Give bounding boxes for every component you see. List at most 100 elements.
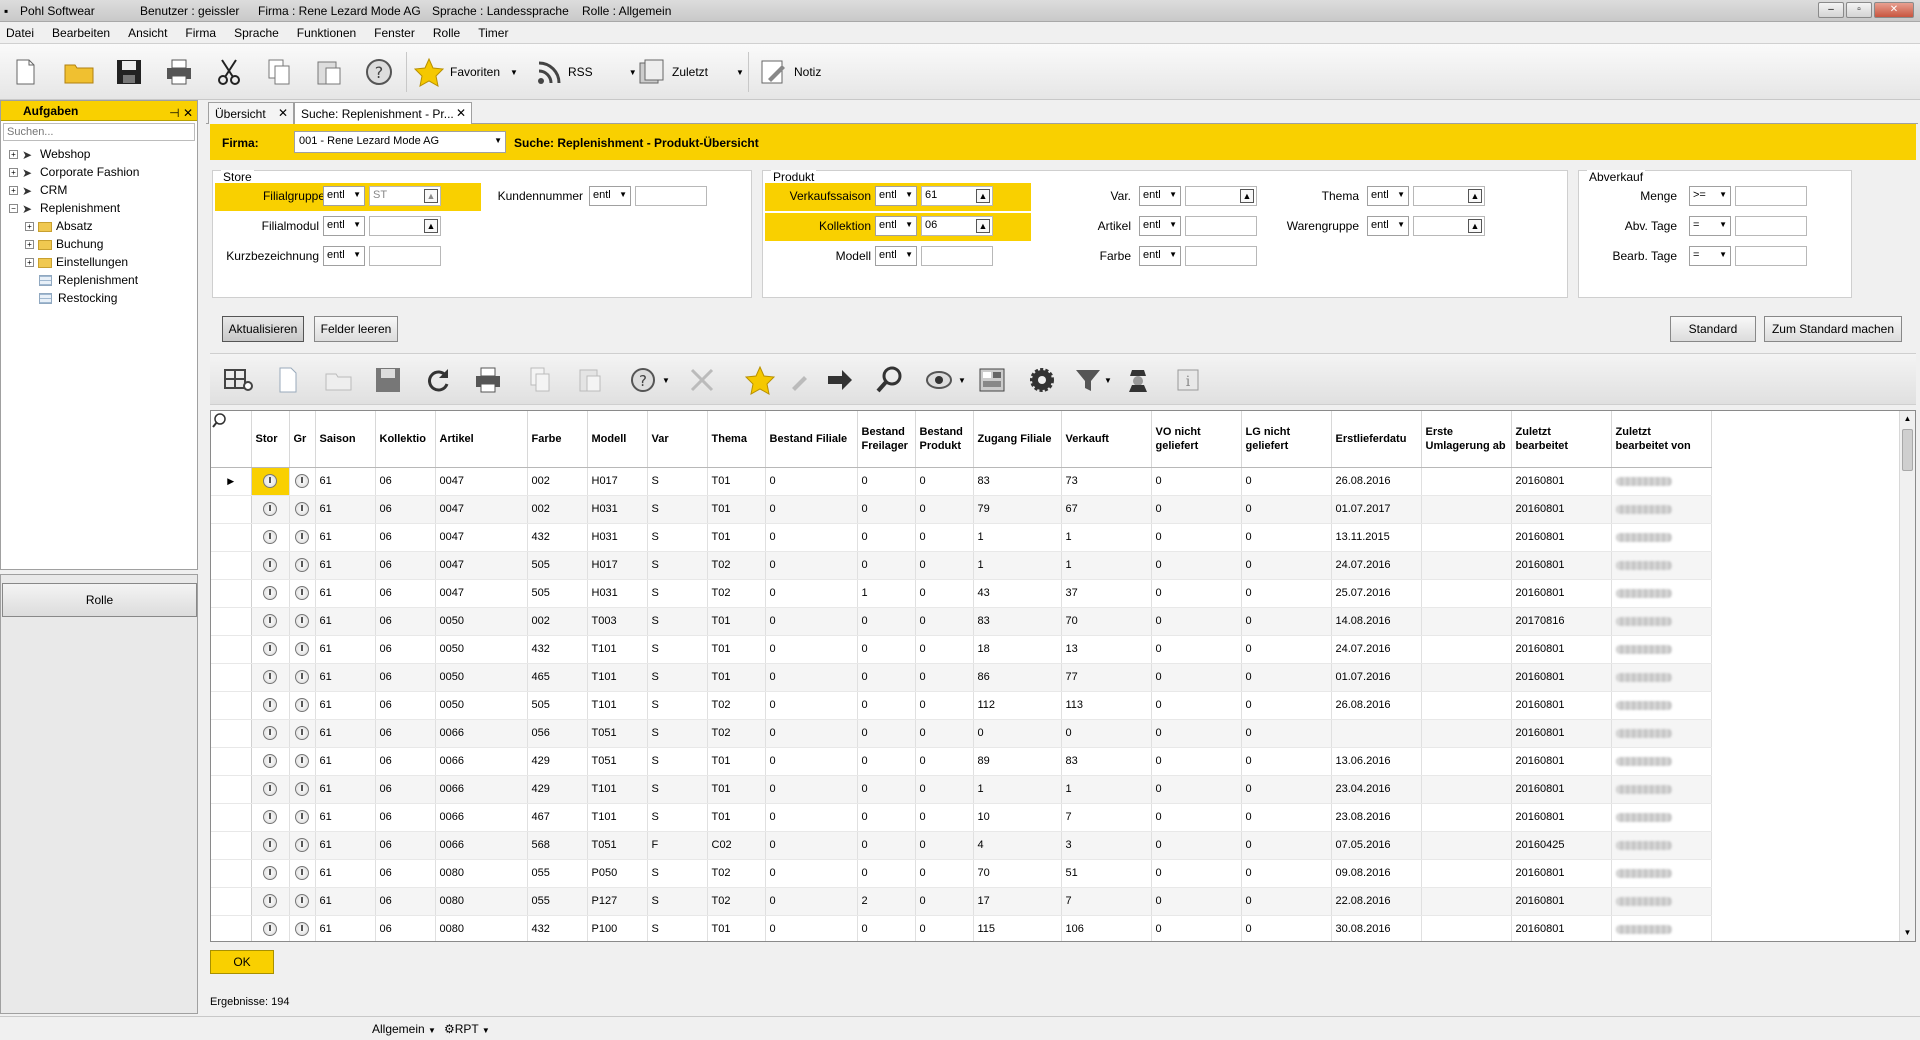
sidebar-item-corporate-fashion[interactable]: + ➤ Corporate Fashion bbox=[1, 163, 197, 181]
maximize-button[interactable]: ▫ bbox=[1846, 2, 1872, 18]
menu-datei[interactable]: Datei bbox=[6, 26, 34, 40]
gr-cell[interactable] bbox=[289, 663, 316, 692]
kollektion-input[interactable]: 06 ▲ bbox=[921, 216, 993, 236]
delete-icon[interactable] bbox=[686, 364, 718, 396]
column-header-var[interactable]: Var bbox=[647, 411, 708, 468]
sidebar-search-input[interactable] bbox=[3, 123, 195, 141]
layout-icon[interactable] bbox=[222, 364, 254, 396]
chevron-down-icon[interactable]: ▼ bbox=[1104, 376, 1112, 385]
row-selector[interactable] bbox=[211, 663, 252, 692]
notiz-button[interactable]: Notiz bbox=[758, 54, 821, 90]
agent-icon[interactable] bbox=[1122, 364, 1154, 396]
print-icon[interactable] bbox=[472, 364, 504, 396]
sidebar-item-absatz[interactable]: + Absatz bbox=[1, 217, 197, 235]
gr-cell[interactable] bbox=[289, 719, 316, 748]
column-header-erste-umlagerung[interactable]: Erste Umlagerung ab bbox=[1421, 411, 1512, 468]
chevron-down-icon[interactable]: ▼ bbox=[736, 68, 744, 77]
rss-button[interactable]: RSS ▼ bbox=[536, 54, 637, 90]
store-cell[interactable] bbox=[251, 691, 290, 720]
close-icon[interactable]: ✕ bbox=[456, 106, 466, 120]
sidebar-item-replenishment-view[interactable]: Replenishment bbox=[1, 271, 197, 289]
row-selector[interactable] bbox=[211, 915, 252, 941]
column-header-bestand-filiale[interactable]: Bestand Filiale bbox=[765, 411, 858, 468]
farbe-input[interactable] bbox=[1185, 246, 1257, 266]
table-row[interactable]: 61 06 0047 002 H031 S T01 0 0 0 79 67 0 0 01.07.2017 20… bbox=[211, 495, 1712, 524]
column-header-thema[interactable]: Thema bbox=[707, 411, 766, 468]
warengruppe-operator[interactable]: entl ▼ bbox=[1367, 216, 1409, 236]
store-cell[interactable] bbox=[251, 915, 290, 941]
filialmodul-operator[interactable]: entl ▼ bbox=[323, 216, 365, 236]
table-row[interactable]: 61 06 0050 002 T003 S T01 0 0 0 83 70 0 0 14.08.2016 20… bbox=[211, 607, 1712, 636]
expand-icon[interactable]: + bbox=[25, 222, 34, 232]
lookup-icon[interactable]: ▲ bbox=[976, 219, 990, 233]
store-cell[interactable] bbox=[251, 859, 290, 888]
verkaufssaison-input[interactable]: 61 ▲ bbox=[921, 186, 993, 206]
row-selector[interactable] bbox=[211, 887, 252, 916]
store-cell[interactable] bbox=[251, 747, 290, 776]
cut-button[interactable] bbox=[214, 54, 244, 90]
store-cell[interactable] bbox=[251, 523, 290, 552]
menu-fenster[interactable]: Fenster bbox=[374, 26, 415, 40]
zuletzt-button[interactable]: Zuletzt ▼ bbox=[636, 54, 744, 90]
row-selector[interactable] bbox=[211, 551, 252, 580]
menu-bearbeiten[interactable]: Bearbeiten bbox=[52, 26, 110, 40]
table-row[interactable]: 61 06 0066 568 T051 F C02 0 0 0 4 3 0 0 07.05.2016 2016… bbox=[211, 831, 1712, 860]
store-cell[interactable] bbox=[251, 467, 290, 496]
column-header-store[interactable]: Stor bbox=[251, 411, 290, 468]
column-header-bestand-freilager[interactable]: Bestand Freilager bbox=[857, 411, 916, 468]
expand-icon[interactable]: + bbox=[25, 258, 34, 268]
standard-button[interactable]: Standard bbox=[1670, 316, 1756, 342]
status-rolle[interactable]: Allgemein ▼ bbox=[372, 1022, 436, 1036]
column-header-saison[interactable]: Saison bbox=[315, 411, 376, 468]
table-row[interactable]: 61 06 0047 505 H017 S T02 0 0 0 1 1 0 0 24.07.2016 2016… bbox=[211, 551, 1712, 580]
table-row[interactable]: 61 06 0066 429 T051 S T01 0 0 0 89 83 0 0 13.06.2016 20… bbox=[211, 747, 1712, 776]
gr-cell[interactable] bbox=[289, 747, 316, 776]
gr-cell[interactable] bbox=[289, 635, 316, 664]
column-header-kollektion[interactable]: Kollektio bbox=[375, 411, 436, 468]
lookup-icon[interactable]: ▲ bbox=[976, 189, 990, 203]
expand-icon[interactable]: + bbox=[9, 168, 18, 178]
table-row[interactable]: 61 06 0080 055 P127 S T02 0 2 0 17 7 0 0 22.08.2016 201… bbox=[211, 887, 1712, 916]
close-icon[interactable]: ⊣ ✕ bbox=[169, 103, 193, 123]
sidebar-item-replenishment[interactable]: − ➤ Replenishment bbox=[1, 199, 197, 217]
scroll-up-icon[interactable]: ▲ bbox=[1900, 411, 1915, 427]
gr-cell[interactable] bbox=[289, 859, 316, 888]
menu-rolle[interactable]: Rolle bbox=[433, 26, 460, 40]
store-cell[interactable] bbox=[251, 719, 290, 748]
help-button[interactable]: ? bbox=[364, 54, 394, 90]
warengruppe-input[interactable]: ▲ bbox=[1413, 216, 1485, 236]
edit-icon[interactable] bbox=[784, 364, 816, 396]
gr-cell[interactable] bbox=[289, 775, 316, 804]
filialgruppe-operator[interactable]: entl ▼ bbox=[323, 186, 365, 206]
column-header-modell[interactable]: Modell bbox=[587, 411, 648, 468]
new-document-button[interactable] bbox=[10, 54, 40, 90]
kundennummer-operator[interactable]: entl ▼ bbox=[589, 186, 631, 206]
modell-input[interactable] bbox=[921, 246, 993, 266]
store-cell[interactable] bbox=[251, 551, 290, 580]
table-row[interactable]: 61 06 0047 432 H031 S T01 0 0 0 1 1 0 0 13.11.2015 2016… bbox=[211, 523, 1712, 552]
gr-cell[interactable] bbox=[289, 495, 316, 524]
row-selector[interactable] bbox=[211, 831, 252, 860]
paste-icon[interactable] bbox=[574, 364, 606, 396]
scrollbar-thumb[interactable] bbox=[1902, 429, 1913, 471]
kollektion-operator[interactable]: entl ▼ bbox=[875, 216, 917, 236]
table-row[interactable]: ▶ 61 06 0047 002 H017 S T01 0 0 0 83 73 0 0 26.08.2016 2… bbox=[211, 467, 1712, 496]
minimize-button[interactable]: – bbox=[1818, 2, 1844, 18]
column-header-erstlieferdatum[interactable]: Erstlieferdatu bbox=[1331, 411, 1422, 468]
table-row[interactable]: 61 06 0050 465 T101 S T01 0 0 0 86 77 0 0 01.07.2016 20… bbox=[211, 663, 1712, 692]
artikel-operator[interactable]: entl ▼ bbox=[1139, 216, 1181, 236]
abv-tage-input[interactable] bbox=[1735, 216, 1807, 236]
table-row[interactable]: 61 06 0050 432 T101 S T01 0 0 0 18 13 0 0 24.07.2016 20… bbox=[211, 635, 1712, 664]
row-selector[interactable] bbox=[211, 775, 252, 804]
gr-cell[interactable] bbox=[289, 523, 316, 552]
lookup-icon[interactable]: ▲ bbox=[1240, 189, 1254, 203]
scroll-down-icon[interactable]: ▼ bbox=[1900, 925, 1915, 941]
sidebar-item-buchung[interactable]: + Buchung bbox=[1, 235, 197, 253]
lookup-icon[interactable]: ▲ bbox=[1468, 189, 1482, 203]
view-icon[interactable] bbox=[924, 364, 956, 396]
modell-operator[interactable]: entl ▼ bbox=[875, 246, 917, 266]
expand-icon[interactable]: + bbox=[9, 150, 18, 160]
store-cell[interactable] bbox=[251, 775, 290, 804]
gr-cell[interactable] bbox=[289, 691, 316, 720]
rolle-button[interactable]: Rolle bbox=[2, 583, 197, 617]
